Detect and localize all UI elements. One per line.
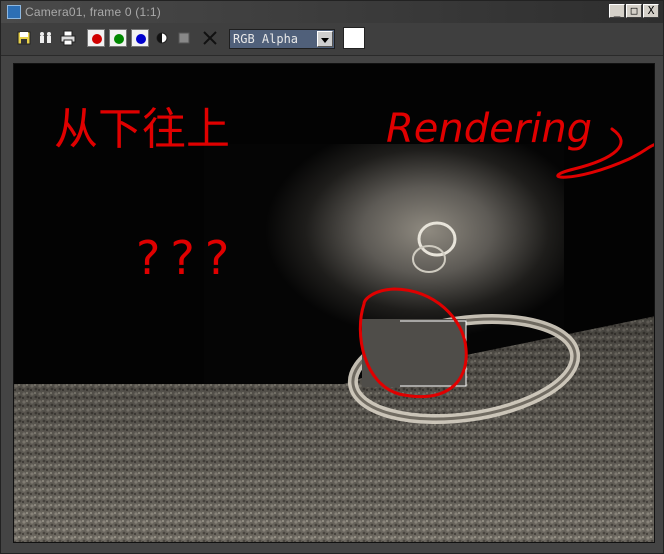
blue-channel-icon[interactable]: [131, 29, 149, 47]
green-channel-icon[interactable]: [109, 29, 127, 47]
title-bar[interactable]: Camera01, frame 0 (1:1) _ □ X: [1, 1, 663, 23]
render-viewport: 从下往上 Rendering ???: [13, 63, 655, 543]
maximize-button[interactable]: □: [626, 4, 642, 18]
clear-icon[interactable]: [201, 29, 219, 47]
channel-select-value: RGB Alpha: [233, 32, 299, 46]
monochrome-icon[interactable]: [153, 29, 171, 47]
background-color-swatch[interactable]: [343, 27, 365, 49]
toolbar: RGB Alpha: [1, 23, 663, 56]
chevron-down-icon[interactable]: [317, 31, 333, 47]
alpha-icon[interactable]: [175, 29, 193, 47]
print-icon[interactable]: [59, 29, 77, 47]
annotation-questions: ???: [136, 231, 239, 285]
channel-select[interactable]: RGB Alpha: [229, 29, 335, 49]
rendered-image: 从下往上 Rendering ???: [14, 64, 654, 542]
save-icon[interactable]: [15, 29, 33, 47]
annotation-english: Rendering: [386, 106, 592, 152]
close-button[interactable]: X: [643, 4, 659, 18]
red-channel-icon[interactable]: [87, 29, 105, 47]
render-frame-window: Camera01, frame 0 (1:1) _ □ X RGB Alpha …: [0, 0, 664, 554]
annotation-chinese: 从下往上: [54, 104, 230, 155]
window-title: Camera01, frame 0 (1:1): [25, 5, 161, 19]
app-icon: [7, 5, 21, 19]
minimize-button[interactable]: _: [609, 4, 625, 18]
clone-icon[interactable]: [37, 29, 55, 47]
